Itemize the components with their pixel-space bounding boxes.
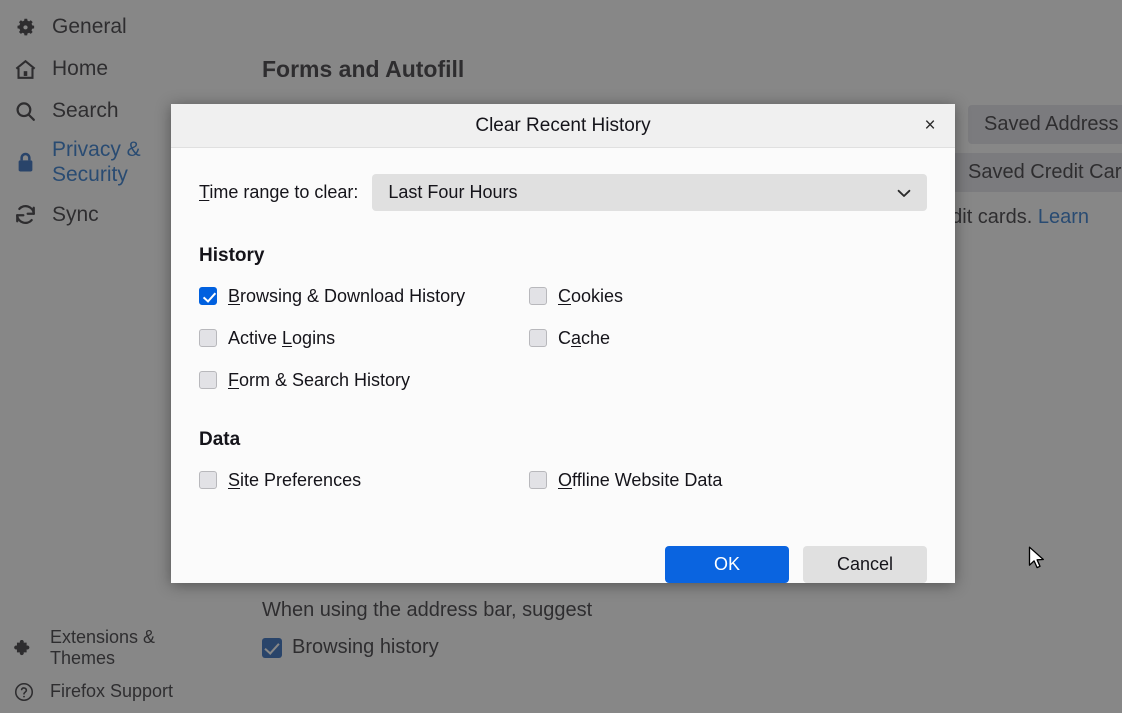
cancel-button[interactable]: Cancel: [803, 546, 927, 583]
checkbox-site-preferences[interactable]: [199, 471, 217, 489]
checkbox-row-browsing-download-history[interactable]: Browsing & Download History: [199, 275, 529, 317]
checkbox-label: Cookies: [558, 286, 623, 307]
checkbox-cache[interactable]: [529, 329, 547, 347]
history-checkbox-columns: Browsing & Download History Active Login…: [199, 275, 927, 401]
checkbox-cookies[interactable]: [529, 287, 547, 305]
history-group-title: History: [199, 245, 927, 267]
checkbox-label: Offline Website Data: [558, 470, 722, 491]
checkbox-row-offline-website-data[interactable]: Offline Website Data: [529, 459, 722, 501]
time-range-selected-value: Last Four Hours: [388, 182, 517, 203]
checkbox-label: Browsing & Download History: [228, 286, 465, 307]
data-column-left: Site Preferences: [199, 459, 529, 501]
history-column-right: Cookies Cache: [529, 275, 623, 401]
data-checkbox-columns: Site Preferences Offline Website Data: [199, 459, 927, 501]
checkbox-row-cookies[interactable]: Cookies: [529, 275, 623, 317]
ok-button[interactable]: OK: [665, 546, 789, 583]
checkbox-label: Site Preferences: [228, 470, 361, 491]
time-range-label: Time range to clear:: [199, 182, 358, 203]
checkbox-browsing-download-history[interactable]: [199, 287, 217, 305]
checkbox-row-site-preferences[interactable]: Site Preferences: [199, 459, 529, 501]
data-column-right: Offline Website Data: [529, 459, 722, 501]
checkbox-row-active-logins[interactable]: Active Logins: [199, 317, 529, 359]
checkbox-active-logins[interactable]: [199, 329, 217, 347]
clear-recent-history-dialog: Clear Recent History × Time range to cle…: [171, 104, 955, 583]
data-group-title: Data: [199, 429, 927, 451]
checkbox-label: Active Logins: [228, 328, 335, 349]
close-icon[interactable]: ×: [913, 109, 947, 143]
mouse-cursor: [1028, 546, 1048, 572]
checkbox-row-cache[interactable]: Cache: [529, 317, 623, 359]
time-range-dropdown[interactable]: Last Four Hours: [372, 174, 927, 211]
dialog-footer: OK Cancel: [171, 546, 955, 583]
dialog-title: Clear Recent History: [475, 115, 650, 137]
checkbox-label: Form & Search History: [228, 370, 410, 391]
time-range-row: Time range to clear: Last Four Hours: [199, 174, 927, 211]
checkbox-offline-website-data[interactable]: [529, 471, 547, 489]
dialog-body: Time range to clear: Last Four Hours His…: [171, 148, 955, 528]
dialog-titlebar: Clear Recent History ×: [171, 104, 955, 148]
checkbox-label: Cache: [558, 328, 610, 349]
chevron-down-icon: [897, 186, 915, 200]
checkbox-form-search-history[interactable]: [199, 371, 217, 389]
history-column-left: Browsing & Download History Active Login…: [199, 275, 529, 401]
checkbox-row-form-search-history[interactable]: Form & Search History: [199, 359, 529, 401]
